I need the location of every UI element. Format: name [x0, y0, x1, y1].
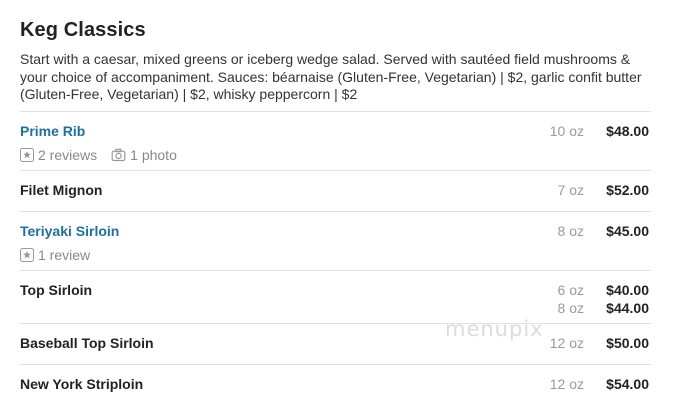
menu-item-name: Top Sirloin [20, 282, 93, 298]
menu-item-price: $45.00 [606, 223, 649, 239]
menu-item-meta: 1 review [20, 247, 104, 263]
menu-item-price: $52.00 [606, 182, 649, 198]
menu-item-price: $50.00 [606, 335, 649, 351]
reviews-link[interactable]: 1 review [20, 247, 90, 263]
menu-item-name: Filet Mignon [20, 182, 103, 198]
reviews-link[interactable]: 2 reviews [20, 147, 97, 163]
reviews-count: 1 review [38, 247, 91, 263]
menu-item-name: Baseball Top Sirloin [20, 335, 154, 351]
menu-item-name: New York Striploin [20, 376, 144, 392]
menu-item-size: 8 oz [557, 223, 584, 239]
menu-item-price: $48.00 [606, 123, 649, 139]
menu-item-price: $40.00 [606, 282, 649, 298]
menu-item-size: 12 oz [549, 335, 584, 351]
menu-item-price-alt: $44.00 [606, 300, 649, 316]
menu-item-baseball-top-sirloin: Baseball Top Sirloin 12 oz $50.00 [20, 323, 651, 365]
star-in-square-icon [20, 248, 34, 262]
menu-item-new-york-striploin: New York Striploin 12 oz $54.00 [20, 364, 651, 405]
menu-item-filet-mignon: Filet Mignon 7 oz $52.00 [20, 170, 651, 212]
section-title: Keg Classics [20, 19, 146, 41]
menu-item-size: 10 oz [549, 123, 584, 139]
menu-item-price: $54.00 [606, 376, 649, 392]
menu-item-name-link[interactable]: Prime Rib [20, 123, 85, 139]
menu-item-size: 7 oz [557, 182, 584, 198]
menupix-watermark: menupix [445, 317, 544, 341]
menu-item-size-alt: 8 oz [557, 300, 584, 316]
star-in-square-icon [20, 148, 34, 162]
photos-count: 1 photo [130, 147, 177, 163]
menu-item-prime-rib: Prime Rib 10 oz $48.00 2 reviews 1 photo [20, 111, 651, 171]
menu-item-size: 12 oz [549, 376, 584, 392]
section-description: Start with a caesar, mixed greens or ice… [20, 51, 642, 102]
reviews-count: 2 reviews [38, 147, 98, 163]
menu-item-size: 6 oz [557, 282, 584, 298]
camera-icon [111, 148, 126, 162]
menu-item-meta: 2 reviews 1 photo [20, 147, 191, 163]
menu-item-name-link[interactable]: Teriyaki Sirloin [20, 223, 119, 239]
menu-item-top-sirloin: Top Sirloin 6 oz $40.00 8 oz $44.00 [20, 270, 651, 324]
menu-item-teriyaki-sirloin: Teriyaki Sirloin 8 oz $45.00 1 review [20, 211, 651, 271]
photos-link[interactable]: 1 photo [111, 147, 177, 163]
